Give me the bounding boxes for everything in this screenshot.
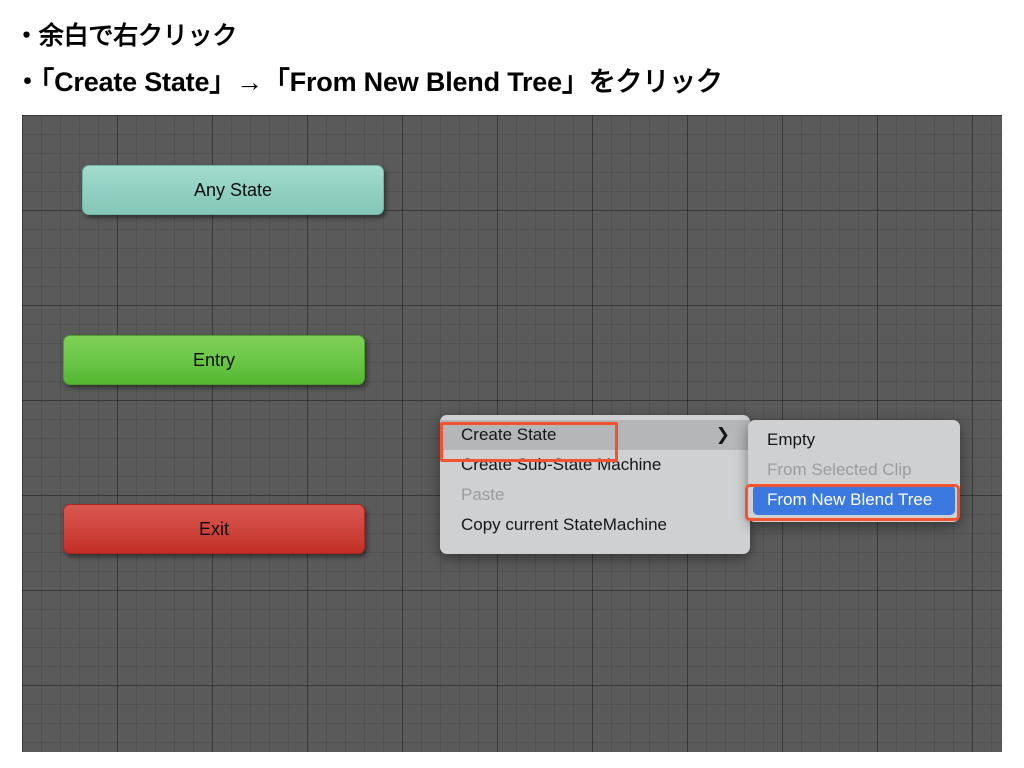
create-state-submenu[interactable]: Empty From Selected Clip From New Blend … xyxy=(748,420,960,522)
submenu-item-empty[interactable]: Empty xyxy=(753,425,955,455)
submenu-item-from-new-blend-tree[interactable]: From New Blend Tree xyxy=(753,485,955,515)
state-node-any-state[interactable]: Any State xyxy=(82,165,384,215)
state-node-label: Entry xyxy=(192,349,235,370)
submenu-item-label: Empty xyxy=(767,430,816,449)
state-node-exit[interactable]: Exit xyxy=(63,504,365,554)
state-node-label: Any State xyxy=(193,179,273,200)
menu-item-copy-current-statemachine[interactable]: Copy current StateMachine xyxy=(440,510,750,540)
state-node-entry[interactable]: Entry xyxy=(63,335,365,385)
menu-item-label: Create Sub-State Machine xyxy=(461,455,662,474)
context-menu[interactable]: Create State ❯ Create Sub-State Machine … xyxy=(440,415,750,554)
menu-item-label: Copy current StateMachine xyxy=(461,515,667,534)
instruction-header: ・余白で右クリック ・「Create State」→「From New Blen… xyxy=(0,0,1024,115)
state-node-label: Exit xyxy=(198,518,229,539)
menu-item-label: Create State xyxy=(461,425,557,444)
instruction-bullet-1: ・余白で右クリック xyxy=(14,22,238,50)
instruction-bullet-2: ・「Create State」→「From New Blend Tree」をクリ… xyxy=(14,67,723,97)
menu-item-create-state[interactable]: Create State ❯ xyxy=(440,420,750,450)
menu-item-paste: Paste xyxy=(440,480,750,510)
submenu-item-from-selected-clip: From Selected Clip xyxy=(753,455,955,485)
menu-item-create-sub-state-machine[interactable]: Create Sub-State Machine xyxy=(440,450,750,480)
menu-item-label: Paste xyxy=(461,485,505,504)
submenu-item-label: From Selected Clip xyxy=(767,460,912,479)
submenu-item-label: From New Blend Tree xyxy=(767,490,933,509)
chevron-right-icon: ❯ xyxy=(715,425,730,444)
